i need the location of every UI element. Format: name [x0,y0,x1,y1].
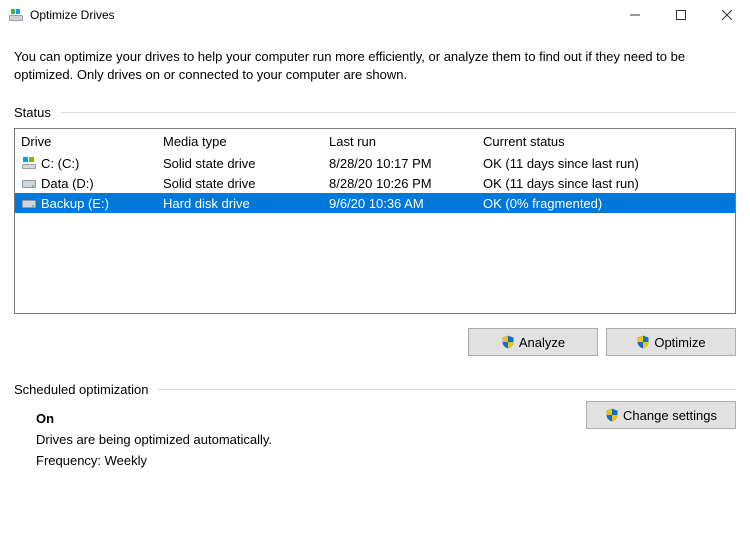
scheduled-group-header: Scheduled optimization [14,382,736,397]
drive-row[interactable]: C: (C:) Solid state drive8/28/20 10:17 PM… [15,153,735,173]
scheduled-frequency: Frequency: Weekly [36,453,736,468]
scheduled-section: On Drives are being optimized automatica… [14,405,736,468]
drive-media-type: Solid state drive [163,156,329,171]
drive-row[interactable]: Backup (E:) Hard disk drive9/6/20 10:36 A… [15,193,735,213]
change-settings-button[interactable]: Change settings [586,401,736,429]
drive-name: C: (C:) [41,156,79,171]
status-label: Status [14,105,51,120]
uac-shield-icon [605,408,619,422]
drive-icon [21,195,37,211]
maximize-button[interactable] [658,0,704,30]
drive-last-run: 8/28/20 10:17 PM [329,156,483,171]
column-header-media[interactable]: Media type [163,134,329,149]
title-bar: Optimize Drives [0,0,750,30]
drive-list[interactable]: Drive Media type Last run Current status… [14,128,736,314]
scheduled-description: Drives are being optimized automatically… [36,432,736,447]
optimize-button[interactable]: Optimize [606,328,736,356]
column-header-drive[interactable]: Drive [21,134,163,149]
window-title: Optimize Drives [30,8,115,22]
optimize-button-label: Optimize [654,335,705,350]
scheduled-heading: Scheduled optimization [14,382,148,397]
column-header-last[interactable]: Last run [329,134,483,149]
drive-media-type: Hard disk drive [163,196,329,211]
column-headers[interactable]: Drive Media type Last run Current status [15,129,735,153]
drive-current-status: OK (11 days since last run) [483,156,735,171]
analyze-button-label: Analyze [519,335,565,350]
drive-current-status: OK (11 days since last run) [483,176,735,191]
column-header-status[interactable]: Current status [483,134,735,149]
status-group-header: Status [14,105,736,120]
drive-icon [21,155,37,171]
intro-text: You can optimize your drives to help you… [14,48,736,83]
action-button-row: Analyze Optimize [14,328,736,356]
drive-icon [21,175,37,191]
uac-shield-icon [501,335,515,349]
minimize-button[interactable] [612,0,658,30]
drive-last-run: 8/28/20 10:26 PM [329,176,483,191]
close-button[interactable] [704,0,750,30]
drive-name: Data (D:) [41,176,94,191]
drive-media-type: Solid state drive [163,176,329,191]
analyze-button[interactable]: Analyze [468,328,598,356]
drive-name: Backup (E:) [41,196,109,211]
drive-current-status: OK (0% fragmented) [483,196,735,211]
optimize-drives-app-icon [8,7,24,23]
drive-row[interactable]: Data (D:) Solid state drive8/28/20 10:26 … [15,173,735,193]
drive-last-run: 9/6/20 10:36 AM [329,196,483,211]
uac-shield-icon [636,335,650,349]
change-settings-button-label: Change settings [623,408,717,423]
